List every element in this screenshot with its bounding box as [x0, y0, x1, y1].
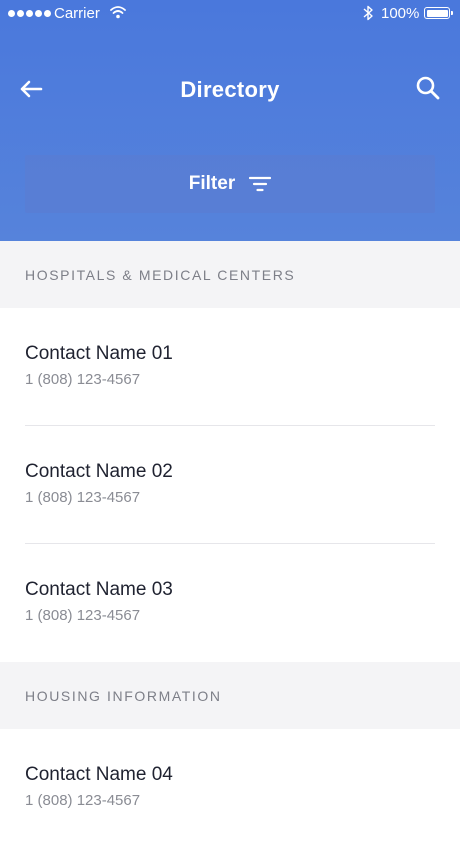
- contact-name: Contact Name 03: [25, 579, 173, 600]
- contact-item[interactable]: Contact Name 03 1 (808) 123-4567: [0, 544, 460, 662]
- search-button[interactable]: [410, 72, 446, 108]
- contact-phone: 1 (808) 123-4567: [25, 489, 141, 506]
- filter-button[interactable]: Filter: [25, 155, 435, 213]
- page-title: Directory: [180, 77, 280, 102]
- wifi-icon: [110, 5, 126, 23]
- bluetooth-icon: [362, 4, 374, 26]
- contact-name: Contact Name 01: [25, 343, 173, 364]
- contact-item[interactable]: Contact Name 02 1 (808) 123-4567: [0, 426, 460, 544]
- nav-bar: Directory: [0, 60, 460, 120]
- search-icon: [415, 75, 441, 106]
- contact-phone: 1 (808) 123-4567: [25, 371, 141, 388]
- battery-icon: [424, 7, 453, 19]
- contact-item[interactable]: Contact Name 04 1 (808) 123-4567: [0, 729, 460, 847]
- contact-name: Contact Name 04: [25, 764, 173, 785]
- battery-percent: 100%: [381, 5, 420, 22]
- contact-item[interactable]: Contact Name 01 1 (808) 123-4567: [0, 308, 460, 426]
- filter-lines-icon: [249, 176, 272, 192]
- contact-phone: 1 (808) 123-4567: [25, 607, 141, 624]
- section-header: HOSPITALS & MEDICAL CENTERS: [0, 241, 460, 308]
- header: Carrier 100% Directory Filter: [0, 0, 460, 241]
- filter-label: Filter: [188, 173, 236, 194]
- contact-phone: 1 (808) 123-4567: [25, 792, 141, 809]
- directory-list: HOSPITALS & MEDICAL CENTERS Contact Name…: [0, 241, 460, 847]
- section-header: HOUSING INFORMATION: [0, 662, 460, 729]
- signal-dots-icon: [8, 10, 51, 17]
- carrier-label: Carrier: [54, 5, 100, 22]
- status-bar: Carrier 100%: [0, 0, 460, 28]
- contact-name: Contact Name 02: [25, 461, 173, 482]
